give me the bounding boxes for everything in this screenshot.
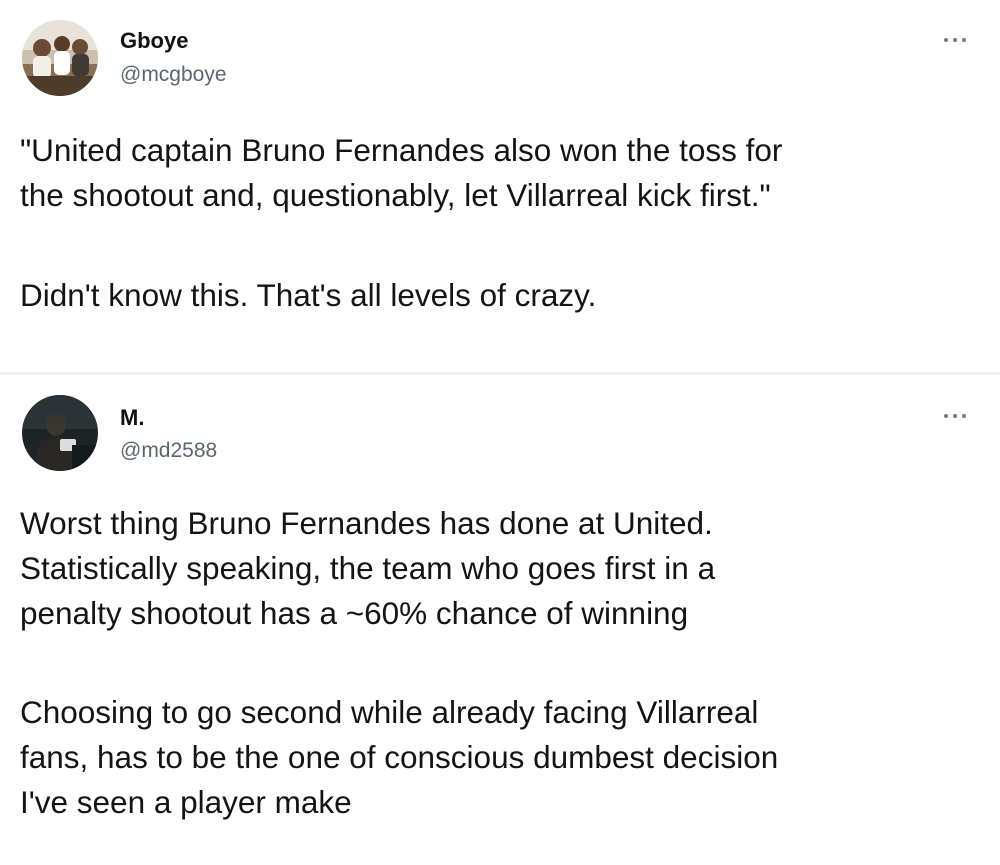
dot <box>962 38 966 42</box>
dot <box>944 414 948 418</box>
tweet-paragraph: Worst thing Bruno Fernandes has done at … <box>20 501 980 636</box>
author-handle[interactable]: @md2588 <box>120 439 217 463</box>
dot <box>944 38 948 42</box>
avatar[interactable] <box>22 395 98 471</box>
tweet-card[interactable]: M. @md2588 Worst thing Bruno Fernandes h… <box>0 375 1000 865</box>
tweet-paragraph: "United captain Bruno Fernandes also won… <box>20 128 980 218</box>
tweet-text-line: penalty shootout has a ~60% chance of wi… <box>20 595 689 631</box>
more-options-icon[interactable] <box>944 412 966 420</box>
tweet-text-line: the shootout and, questionably, let Vill… <box>20 177 771 213</box>
dot <box>962 414 966 418</box>
author-name[interactable]: M. <box>120 405 144 431</box>
tweet-text-line: "United captain Bruno Fernandes also won… <box>20 132 783 168</box>
tweet-paragraph: Choosing to go second while already faci… <box>20 690 980 825</box>
avatar-image <box>22 395 98 471</box>
avatar-image <box>22 20 98 96</box>
dot <box>953 414 957 418</box>
tweet-text-line: Didn't know this. That's all levels of c… <box>20 277 597 313</box>
tweet-text-line: fans, has to be the one of conscious dum… <box>20 739 779 775</box>
more-options-icon[interactable] <box>944 36 966 44</box>
dot <box>953 38 957 42</box>
tweet-text-line: Worst thing Bruno Fernandes has done at … <box>20 505 713 541</box>
tweet-text-line: Statistically speaking, the team who goe… <box>20 550 716 586</box>
tweet-card[interactable]: Gboye @mcgboye "United captain Bruno Fer… <box>0 0 1000 372</box>
avatar[interactable] <box>22 20 98 96</box>
tweet-paragraph: Didn't know this. That's all levels of c… <box>20 273 980 318</box>
author-handle[interactable]: @mcgboye <box>120 63 227 87</box>
author-name[interactable]: Gboye <box>120 28 188 54</box>
tweet-text-line: Choosing to go second while already faci… <box>20 694 759 730</box>
tweet-text-line: I've seen a player make <box>20 784 352 820</box>
